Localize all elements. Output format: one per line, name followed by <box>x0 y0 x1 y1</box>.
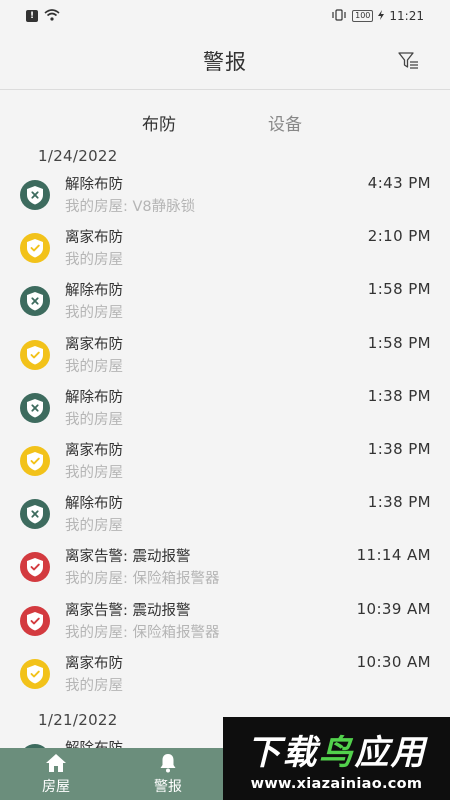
shield-x-icon <box>20 499 50 530</box>
page-title: 警报 <box>203 49 247 74</box>
item-time: 1:38 PM <box>367 386 431 405</box>
list-item[interactable]: 离家告警: 震动报警我的房屋: 保险箱报警器 10:39 AM <box>0 598 450 651</box>
status-right: 100 11:21 <box>331 8 424 24</box>
status-left: ! <box>26 8 60 24</box>
item-time: 2:10 PM <box>367 227 431 246</box>
list-item[interactable]: 离家布防我的房屋 1:58 PM <box>0 332 450 385</box>
item-title: 离家布防 <box>65 336 123 353</box>
shield-check-icon <box>20 339 50 370</box>
item-title: 解除布防 <box>65 496 123 513</box>
vibrate-icon <box>331 8 347 24</box>
list-item[interactable]: 解除布防我的房屋: V8静脉锁 4:43 PM <box>0 172 450 225</box>
bell-icon <box>159 752 177 774</box>
list-item[interactable]: 离家布防我的房屋 10:30 AM <box>0 651 450 704</box>
item-subtitle: 我的房屋: 保险箱报警器 <box>65 571 220 588</box>
item-title: 解除布防 <box>65 283 123 300</box>
list-item[interactable]: 解除布防我的房屋 1:58 PM <box>0 278 450 331</box>
item-subtitle: 我的房屋 <box>65 518 123 535</box>
tab-devices[interactable]: 设备 <box>268 110 302 135</box>
list-item[interactable]: 离家布防我的房屋 2:10 PM <box>0 225 450 278</box>
item-subtitle: 我的房屋 <box>65 252 123 269</box>
item-title: 离家布防 <box>65 442 123 459</box>
item-title: 解除布防 <box>65 389 123 406</box>
item-title: 解除布防 <box>65 737 123 748</box>
item-time: 1:38 PM <box>367 493 431 512</box>
wifi-icon <box>44 8 60 24</box>
item-title: 离家告警: 震动报警 <box>65 549 191 566</box>
list-item[interactable]: 离家布防我的房屋 1:38 PM <box>0 438 450 491</box>
item-subtitle: 我的房屋 <box>65 677 123 694</box>
item-time: 1:58 PM <box>367 280 431 299</box>
battery-icon: 100 <box>352 10 374 22</box>
shield-check-icon <box>20 658 50 689</box>
nav-item-alerts[interactable]: 警报 <box>112 748 224 800</box>
app-header: 警报 <box>0 32 450 90</box>
date-header: 1/24/2022 <box>38 147 118 165</box>
tab-arming[interactable]: 布防 <box>142 110 176 135</box>
notification-alert-icon: ! <box>26 10 38 22</box>
item-subtitle: 我的房屋 <box>65 358 123 375</box>
shield-alarm-icon <box>20 552 50 583</box>
shield-x-icon <box>20 286 50 317</box>
item-time: 10:30 AM <box>356 652 431 671</box>
alert-list[interactable]: 1/24/2022 解除布防 我的房屋: V8静脉锁 4:43 PM 离家布防 我的房屋 2… <box>0 140 450 748</box>
item-subtitle: 我的房屋: V8静脉锁 <box>65 199 196 215</box>
list-item[interactable]: 解除布防我的房屋 1:38 PM <box>0 491 450 544</box>
home-icon <box>45 752 67 774</box>
status-bar: ! 100 11:21 <box>0 0 450 32</box>
item-time: 1:58 PM <box>367 333 431 352</box>
item-time: 1:38 PM <box>367 439 431 458</box>
item-subtitle: 我的房屋 <box>65 305 123 322</box>
list-item[interactable]: 离家告警: 震动报警我的房屋: 保险箱报警器 11:14 AM <box>0 544 450 597</box>
nav-label-home: 房屋 <box>42 779 70 795</box>
shield-check-icon <box>20 233 50 264</box>
item-title: 离家布防 <box>65 655 123 672</box>
item-time: 4:43 PM <box>367 174 431 192</box>
item-subtitle: 我的房屋 <box>65 411 123 428</box>
item-title: 解除布防 <box>65 177 123 193</box>
filter-icon <box>398 52 418 69</box>
tab-bar: 布防 设备 <box>0 100 450 144</box>
status-time: 11:21 <box>389 9 424 23</box>
list-item[interactable]: 解除布防我的房屋 1:38 PM <box>0 385 450 438</box>
item-time: 11:14 AM <box>356 546 431 565</box>
watermark-logo: 下载鸟应用 www.xiazainiao.com <box>223 717 450 800</box>
item-subtitle: 我的房屋 <box>65 464 123 481</box>
item-title: 离家布防 <box>65 230 123 247</box>
shield-x-icon <box>20 180 50 210</box>
watermark-brand: 下载鸟应用 <box>246 733 427 773</box>
watermark-url: www.xiazainiao.com <box>250 776 423 792</box>
filter-button[interactable] <box>398 50 420 72</box>
shield-x-icon <box>20 392 50 423</box>
nav-label-alerts: 警报 <box>154 779 182 795</box>
charging-icon <box>378 9 385 23</box>
nav-item-home[interactable]: 房屋 <box>0 748 112 800</box>
shield-alarm-icon <box>20 605 50 636</box>
item-time: 10:39 AM <box>356 599 431 618</box>
shield-check-icon <box>20 445 50 476</box>
item-title: 离家告警: 震动报警 <box>65 602 191 619</box>
item-subtitle: 我的房屋: 保险箱报警器 <box>65 624 220 641</box>
